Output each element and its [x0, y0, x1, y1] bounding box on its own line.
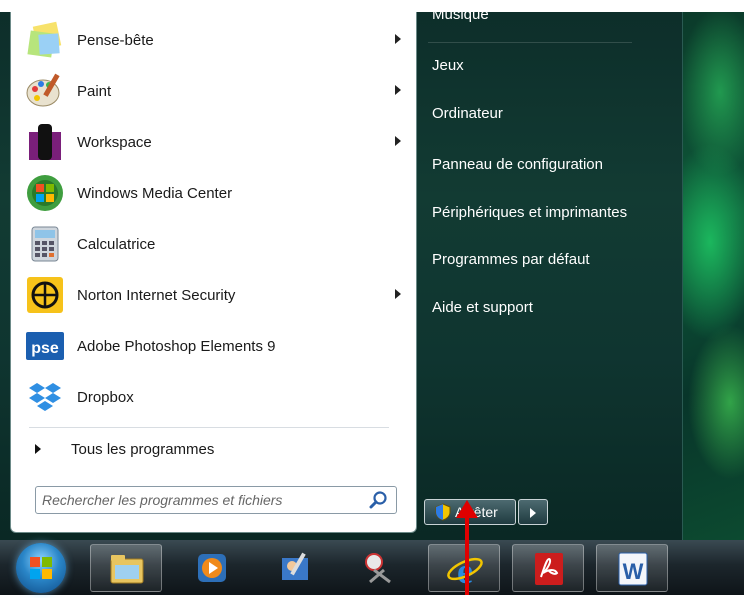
program-item-workspace[interactable]: Workspace	[19, 119, 409, 165]
word-icon: W	[618, 552, 648, 586]
magnifier-icon[interactable]	[368, 489, 390, 511]
program-item-paint[interactable]: Paint	[19, 68, 409, 114]
submenu-arrow-icon	[395, 34, 401, 44]
workspace-icon	[29, 124, 61, 160]
red-pointer-arrow	[456, 500, 478, 595]
link-programmes-par-defaut[interactable]: Programmes par défaut	[432, 251, 590, 268]
search-box[interactable]	[35, 486, 397, 514]
programs-pane: Pense-bête Paint Workspace Windows Media…	[10, 12, 417, 533]
desktop-wallpaper	[680, 12, 744, 540]
photoshop-elements-icon: pse	[26, 332, 64, 360]
personalize-icon	[282, 552, 308, 580]
taskbar-explorer[interactable]	[90, 544, 162, 592]
explorer-icon	[110, 555, 144, 584]
program-item-calculatrice[interactable]: Calculatrice	[19, 221, 409, 267]
expand-arrow-icon	[35, 444, 41, 454]
start-menu: Pense-bête Paint Workspace Windows Media…	[0, 6, 683, 540]
link-panneau-de-configuration[interactable]: Panneau de configuration	[432, 156, 603, 173]
program-label: Pense-bête	[77, 31, 154, 49]
paint-palette-icon	[26, 73, 60, 107]
program-label: Norton Internet Security	[77, 286, 236, 304]
sticky-notes-icon	[27, 21, 62, 58]
svg-text:pse: pse	[31, 340, 59, 357]
divider	[29, 427, 389, 428]
taskbar-snipping-tool[interactable]	[344, 544, 416, 592]
program-label: Calculatrice	[77, 235, 156, 253]
program-label: Adobe Photoshop Elements 9	[77, 337, 276, 355]
link-peripheriques-et-imprimantes[interactable]: Périphériques et imprimantes	[432, 204, 627, 221]
calculator-icon	[31, 226, 59, 262]
submenu-arrow-icon	[395, 136, 401, 146]
program-item-photoshop-elements[interactable]: pse Adobe Photoshop Elements 9	[19, 323, 409, 369]
link-musique[interactable]: Musique	[432, 6, 489, 23]
search-input[interactable]	[36, 491, 368, 509]
shutdown-options-button[interactable]	[518, 499, 548, 525]
taskbar-word[interactable]: W	[596, 544, 668, 592]
acrobat-icon	[535, 553, 563, 585]
link-aide-et-support[interactable]: Aide et support	[432, 299, 533, 316]
program-label: Workspace	[77, 133, 152, 151]
taskbar-personalize[interactable]	[260, 544, 332, 592]
taskbar: e W	[0, 540, 744, 595]
submenu-arrow-icon	[395, 289, 401, 299]
norton-icon	[27, 277, 63, 313]
windows-orb-icon[interactable]	[16, 543, 66, 593]
snipping-tool-icon	[365, 553, 391, 584]
program-item-windows-media-center[interactable]: Windows Media Center	[19, 170, 409, 216]
taskbar-acrobat[interactable]	[512, 544, 584, 592]
svg-text:W: W	[623, 559, 644, 584]
dropbox-icon	[29, 383, 61, 411]
submenu-arrow-icon	[395, 85, 401, 95]
taskbar-media-player[interactable]	[176, 544, 248, 592]
link-ordinateur[interactable]: Ordinateur	[432, 105, 503, 122]
all-programs-label: Tous les programmes	[71, 440, 215, 458]
chevron-right-icon	[530, 508, 536, 518]
media-player-icon	[198, 554, 226, 582]
all-programs-item[interactable]: Tous les programmes	[29, 437, 214, 461]
program-label: Windows Media Center	[77, 184, 233, 202]
media-center-icon	[27, 175, 63, 211]
right-divider	[428, 42, 632, 43]
program-label: Paint	[77, 82, 112, 100]
uac-shield-icon	[435, 503, 451, 521]
program-item-norton-internet-security[interactable]: Norton Internet Security	[19, 272, 409, 318]
program-item-dropbox[interactable]: Dropbox	[19, 374, 409, 420]
program-label: Dropbox	[77, 388, 134, 406]
link-jeux[interactable]: Jeux	[432, 57, 464, 74]
program-item-pense-bete[interactable]: Pense-bête	[19, 17, 409, 63]
